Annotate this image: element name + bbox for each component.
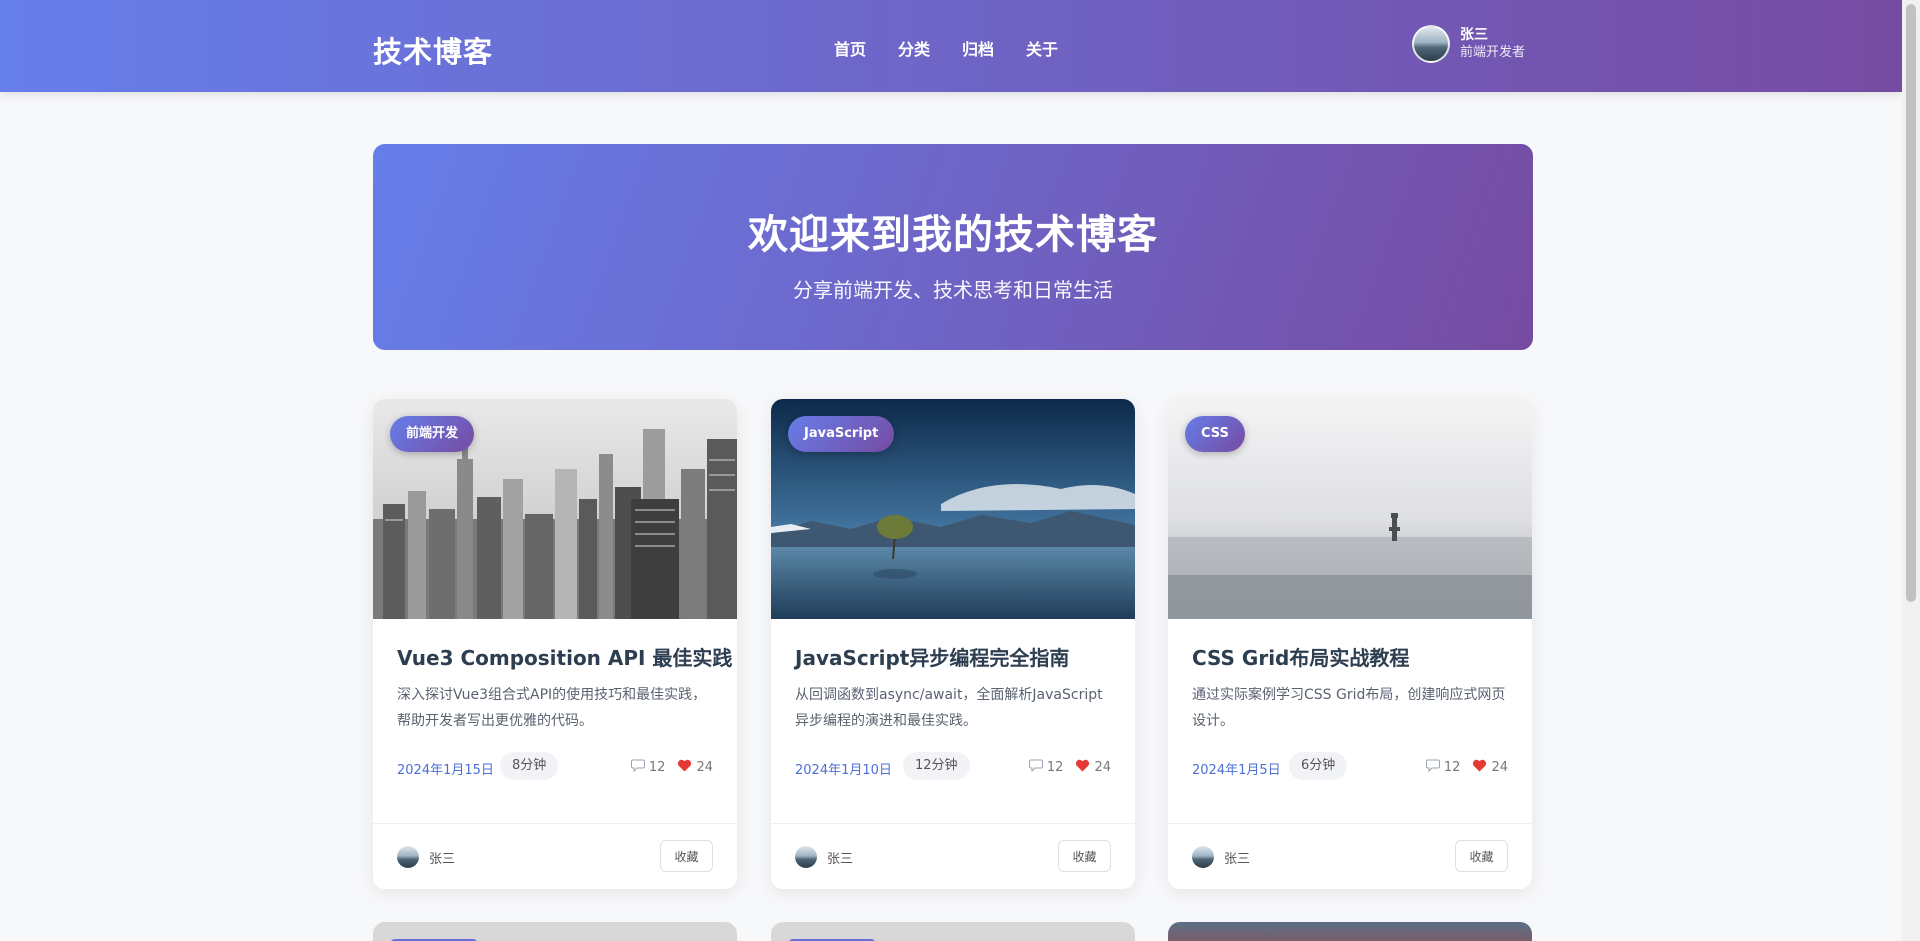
comment-count[interactable]: 12 <box>630 759 666 776</box>
nav-about[interactable]: 关于 <box>1026 36 1058 60</box>
category-tag[interactable]: 前端开发 <box>390 416 475 452</box>
post-stats: 12 24 <box>1028 759 1111 776</box>
page-scrollbar[interactable] <box>1902 0 1920 941</box>
like-count[interactable]: 24 <box>1472 759 1508 776</box>
nav-home[interactable]: 首页 <box>834 36 866 60</box>
user-role: 前端开发者 <box>1460 45 1526 60</box>
comment-icon <box>1425 759 1440 776</box>
scrollbar-thumb[interactable] <box>1906 4 1916 602</box>
card-divider <box>771 823 1135 824</box>
like-count-value: 24 <box>1491 760 1508 775</box>
comment-count-value: 12 <box>648 760 666 775</box>
hero-banner: 欢迎来到我的技术博客 分享前端开发、技术思考和日常生活 <box>373 144 1533 350</box>
read-time-badge: 6分钟 <box>1289 752 1348 780</box>
hero-title: 欢迎来到我的技术博客 <box>748 212 1158 258</box>
post-card[interactable]: JavaScript JavaScript异步编程完全指南 从回调函数到asyn… <box>771 399 1135 889</box>
author-avatar <box>795 846 817 868</box>
post-meta: 2024年1月10日 12分钟 12 24 <box>795 751 1111 781</box>
like-count[interactable]: 24 <box>677 759 713 776</box>
post-excerpt: 通过实际案例学习CSS Grid布局，创建响应式网页设计。 <box>1192 687 1506 729</box>
author-name: 张三 <box>827 851 854 867</box>
comment-count[interactable]: 12 <box>1028 759 1064 776</box>
post-title[interactable]: Vue3 Composition API 最佳实践 <box>397 642 732 671</box>
post-card-peek[interactable] <box>771 922 1135 941</box>
favorite-button[interactable]: 收藏 <box>1455 840 1508 872</box>
category-tag[interactable]: CSS <box>1185 416 1245 452</box>
post-date: 2024年1月15日 <box>397 763 494 778</box>
user-avatar[interactable] <box>1412 25 1450 63</box>
post-author[interactable]: 张三 <box>795 846 853 868</box>
post-meta: 2024年1月5日 6分钟 12 24 <box>1192 751 1508 781</box>
post-card-peek[interactable] <box>373 922 737 941</box>
post-author[interactable]: 张三 <box>397 846 455 868</box>
nav-archive[interactable]: 归档 <box>962 36 994 60</box>
comment-count[interactable]: 12 <box>1425 759 1461 776</box>
favorite-button[interactable]: 收藏 <box>660 840 713 872</box>
comment-count-value: 12 <box>1046 760 1064 775</box>
post-stats: 12 24 <box>630 759 713 776</box>
category-tag[interactable]: JavaScript <box>788 416 895 452</box>
author-avatar <box>1192 846 1214 868</box>
like-count-value: 24 <box>1094 760 1111 775</box>
main-nav: 首页 分类 归档 关于 <box>834 36 1058 60</box>
post-stats: 12 24 <box>1425 759 1508 776</box>
heart-icon <box>1075 759 1090 776</box>
post-card[interactable]: CSS CSS Grid布局实战教程 通过实际案例学习CSS Grid布局，创建… <box>1168 399 1532 889</box>
site-header: 技术博客 首页 分类 归档 关于 张三 前端开发者 <box>0 0 1902 92</box>
post-title[interactable]: JavaScript异步编程完全指南 <box>795 642 1069 671</box>
post-card-peek[interactable] <box>1168 922 1532 941</box>
post-meta: 2024年1月15日 8分钟 12 24 <box>397 751 713 781</box>
user-name: 张三 <box>1460 27 1488 43</box>
favorite-button[interactable]: 收藏 <box>1058 840 1111 872</box>
comment-icon <box>630 759 645 776</box>
site-logo[interactable]: 技术博客 <box>373 29 493 71</box>
post-date: 2024年1月10日 <box>795 763 892 778</box>
heart-icon <box>677 759 692 776</box>
comment-count-value: 12 <box>1443 760 1461 775</box>
post-author[interactable]: 张三 <box>1192 846 1250 868</box>
post-date: 2024年1月5日 <box>1192 763 1281 778</box>
like-count-value: 24 <box>696 760 713 775</box>
card-divider <box>1168 823 1532 824</box>
nav-categories[interactable]: 分类 <box>898 36 930 60</box>
post-card[interactable]: 前端开发 Vue3 Composition API 最佳实践 深入探讨Vue3组… <box>373 399 737 889</box>
author-name: 张三 <box>1224 851 1251 867</box>
post-excerpt: 从回调函数到async/await，全面解析JavaScript异步编程的演进和… <box>795 687 1103 729</box>
post-excerpt: 深入探讨Vue3组合式API的使用技巧和最佳实践，帮助开发者写出更优雅的代码。 <box>397 687 707 729</box>
card-divider <box>373 823 737 824</box>
like-count[interactable]: 24 <box>1075 759 1111 776</box>
read-time-badge: 12分钟 <box>903 752 970 780</box>
author-avatar <box>397 846 419 868</box>
user-profile[interactable]: 张三 前端开发者 <box>1412 25 1525 63</box>
read-time-badge: 8分钟 <box>500 752 559 780</box>
author-name: 张三 <box>429 851 456 867</box>
post-title[interactable]: CSS Grid布局实战教程 <box>1192 642 1409 671</box>
comment-icon <box>1028 759 1043 776</box>
hero-subtitle: 分享前端开发、技术思考和日常生活 <box>793 278 1113 302</box>
heart-icon <box>1472 759 1487 776</box>
